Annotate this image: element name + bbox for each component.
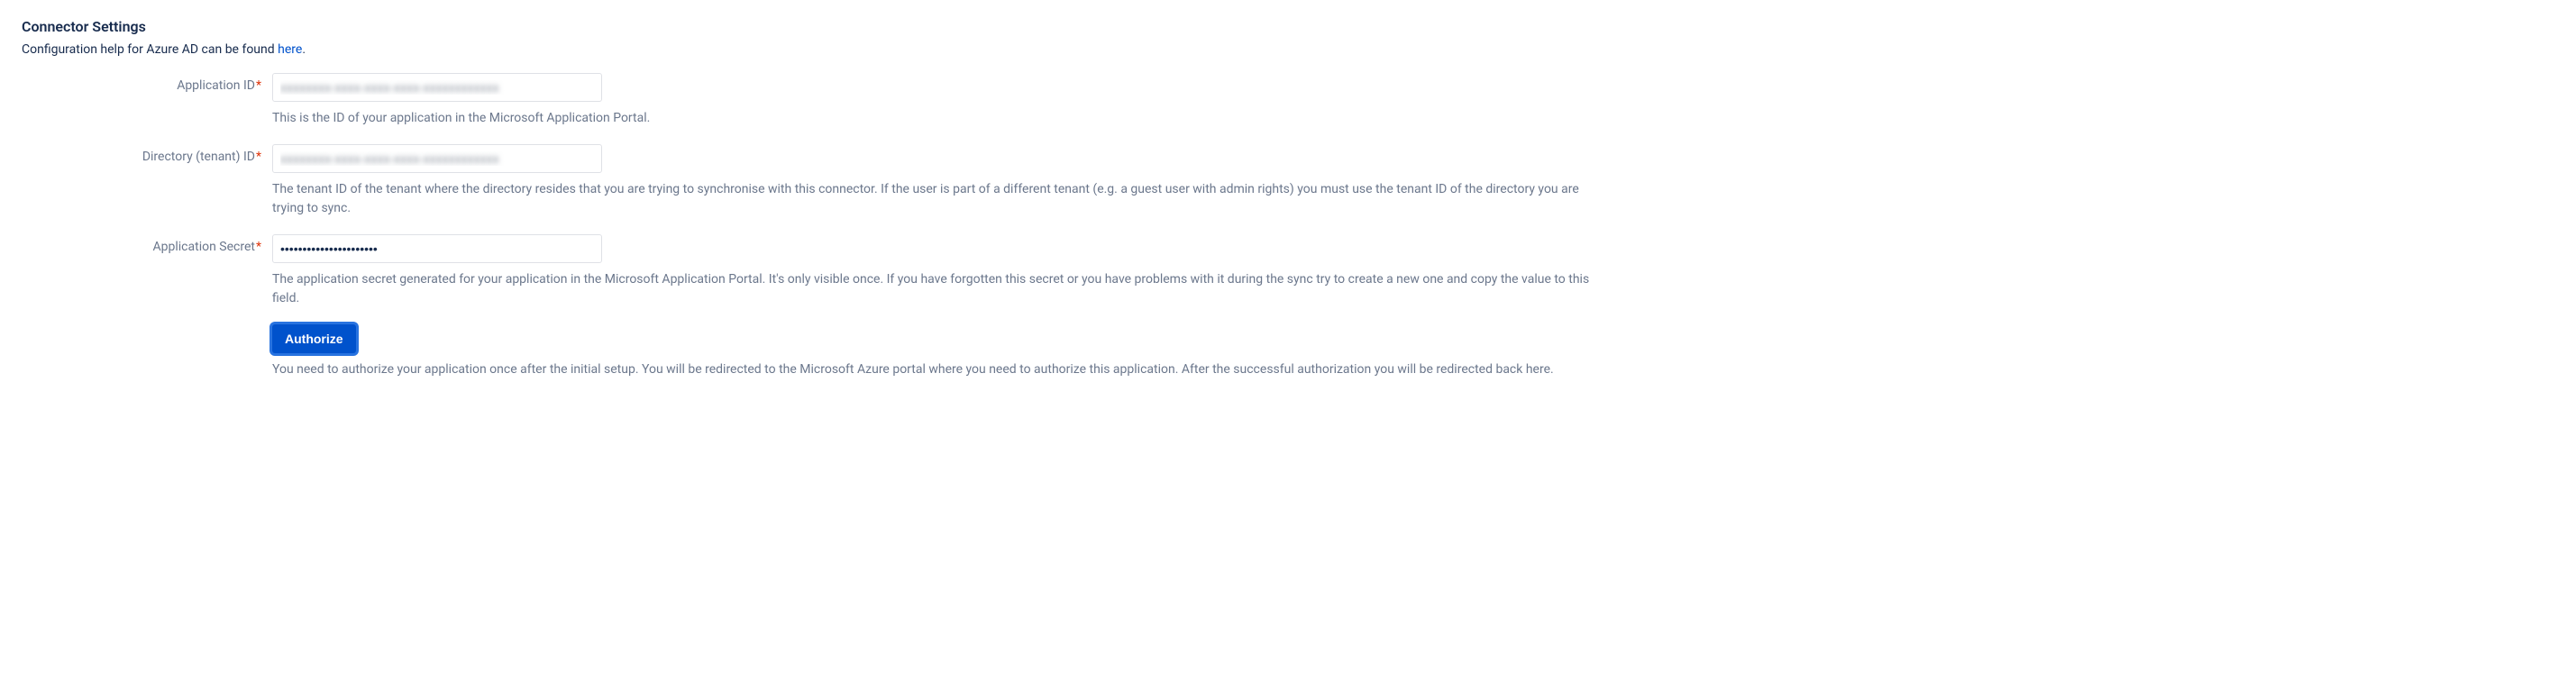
required-mark: * — [256, 78, 261, 93]
application-id-input[interactable] — [272, 73, 602, 102]
application-secret-input[interactable] — [272, 234, 602, 263]
required-mark: * — [256, 240, 261, 254]
application-id-row: Application ID* This is the ID of your a… — [22, 73, 2554, 128]
help-prefix: Configuration help for Azure AD can be f… — [22, 42, 278, 57]
help-link[interactable]: here — [278, 42, 302, 57]
authorize-field-wrap: Authorize You need to authorize your app… — [272, 324, 1597, 379]
tenant-id-row: Directory (tenant) ID* The tenant ID of … — [22, 144, 2554, 218]
tenant-id-input[interactable] — [272, 144, 602, 173]
help-suffix: . — [302, 42, 306, 57]
tenant-id-label: Directory (tenant) ID* — [22, 144, 272, 164]
help-text: Configuration help for Azure AD can be f… — [22, 42, 2554, 57]
authorize-label-spacer — [22, 324, 272, 330]
tenant-id-description: The tenant ID of the tenant where the di… — [272, 180, 1597, 218]
application-secret-row: Application Secret* The application secr… — [22, 234, 2554, 308]
application-id-label: Application ID* — [22, 73, 272, 93]
authorize-button[interactable]: Authorize — [272, 324, 356, 353]
application-secret-description: The application secret generated for you… — [272, 270, 1597, 308]
application-secret-field-wrap: The application secret generated for you… — [272, 234, 1597, 308]
application-id-description: This is the ID of your application in th… — [272, 109, 1597, 128]
required-mark: * — [256, 150, 261, 164]
connector-settings-section: Connector Settings Configuration help fo… — [22, 18, 2554, 379]
application-id-field-wrap: This is the ID of your application in th… — [272, 73, 1597, 128]
authorize-description: You need to authorize your application o… — [272, 360, 1597, 379]
application-secret-label: Application Secret* — [22, 234, 272, 254]
tenant-id-field-wrap: The tenant ID of the tenant where the di… — [272, 144, 1597, 218]
authorize-row: Authorize You need to authorize your app… — [22, 324, 2554, 379]
section-title: Connector Settings — [22, 18, 2554, 35]
